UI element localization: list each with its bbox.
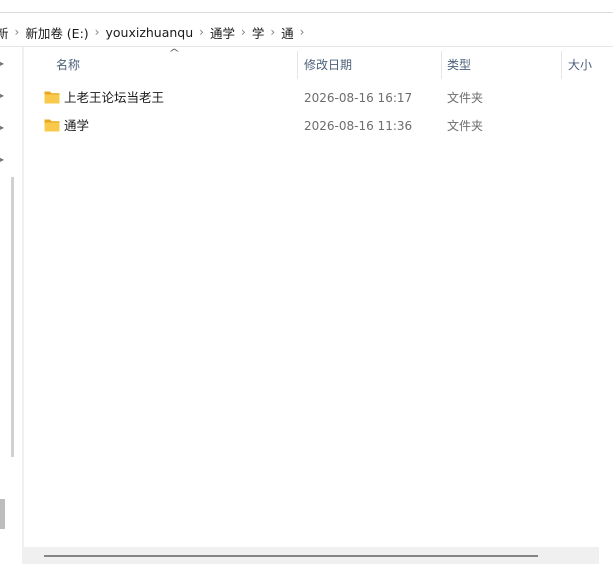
breadcrumb-drive[interactable]: 新加卷 (E:) bbox=[23, 23, 90, 42]
column-header-type[interactable]: 类型 bbox=[447, 47, 471, 82]
breadcrumb-folder-tong[interactable]: 通 bbox=[279, 23, 296, 42]
sort-ascending-icon: ^ bbox=[168, 48, 181, 59]
column-header-date[interactable]: 修改日期 bbox=[304, 47, 352, 82]
breadcrumb-separator-icon[interactable]: › bbox=[11, 25, 24, 39]
chevron-right-icon[interactable]: ▸ bbox=[0, 91, 4, 100]
navigation-pane[interactable]: ▸ ▸ ▸ ▸ bbox=[0, 47, 22, 577]
breadcrumb-separator-icon[interactable]: › bbox=[91, 25, 104, 39]
column-headers: ^ 名称 修改日期 类型 大小 bbox=[24, 47, 613, 82]
breadcrumb-separator-icon[interactable]: › bbox=[237, 25, 250, 39]
horizontal-scrollbar-thumb[interactable] bbox=[44, 555, 538, 557]
folder-icon bbox=[44, 91, 60, 104]
column-header-size[interactable]: 大小 bbox=[568, 47, 592, 82]
horizontal-scrollbar[interactable] bbox=[24, 547, 599, 564]
folder-icon bbox=[44, 119, 60, 132]
chevron-right-icon[interactable]: ▸ bbox=[0, 123, 4, 132]
file-type: 文件夹 bbox=[447, 91, 484, 105]
file-row[interactable]: 通学 2026-08-16 11:36 文件夹 bbox=[24, 112, 613, 140]
file-modified-date: 2026-08-16 11:36 bbox=[304, 119, 413, 133]
file-name[interactable]: 上老王论坛当老王 bbox=[64, 84, 164, 112]
status-bar-area bbox=[0, 564, 613, 577]
chevron-right-icon[interactable]: ▸ bbox=[0, 59, 4, 68]
file-row[interactable]: 上老王论坛当老王 2026-08-16 16:17 文件夹 bbox=[24, 84, 613, 112]
navigation-scrollbar[interactable] bbox=[11, 177, 14, 457]
breadcrumb-separator-icon[interactable]: › bbox=[195, 25, 208, 39]
breadcrumb-folder-tongxue[interactable]: 通学 bbox=[208, 23, 237, 42]
breadcrumb-truncated-root[interactable]: 新 bbox=[0, 23, 11, 42]
column-header-name[interactable]: 名称 bbox=[56, 47, 80, 82]
breadcrumb-separator-icon[interactable]: › bbox=[296, 25, 309, 39]
chevron-right-icon[interactable]: ▸ bbox=[0, 155, 4, 164]
window-top-border bbox=[0, 12, 613, 13]
column-resize-handle[interactable] bbox=[441, 51, 442, 79]
breadcrumb-folder-youxizhuanqu[interactable]: youxizhuanqu bbox=[103, 25, 195, 40]
column-resize-handle[interactable] bbox=[297, 51, 298, 79]
breadcrumb-separator-icon[interactable]: › bbox=[266, 25, 279, 39]
file-name[interactable]: 通学 bbox=[64, 112, 89, 140]
breadcrumb-folder-xue[interactable]: 学 bbox=[250, 23, 267, 42]
navigation-scrollbar-thumb[interactable] bbox=[0, 499, 5, 529]
address-breadcrumb[interactable]: 新 › 新加卷 (E:) › youxizhuanqu › 通学 › 学 › 通… bbox=[0, 18, 613, 47]
column-resize-handle[interactable] bbox=[561, 51, 562, 79]
file-type: 文件夹 bbox=[447, 119, 484, 133]
file-modified-date: 2026-08-16 16:17 bbox=[304, 91, 413, 105]
